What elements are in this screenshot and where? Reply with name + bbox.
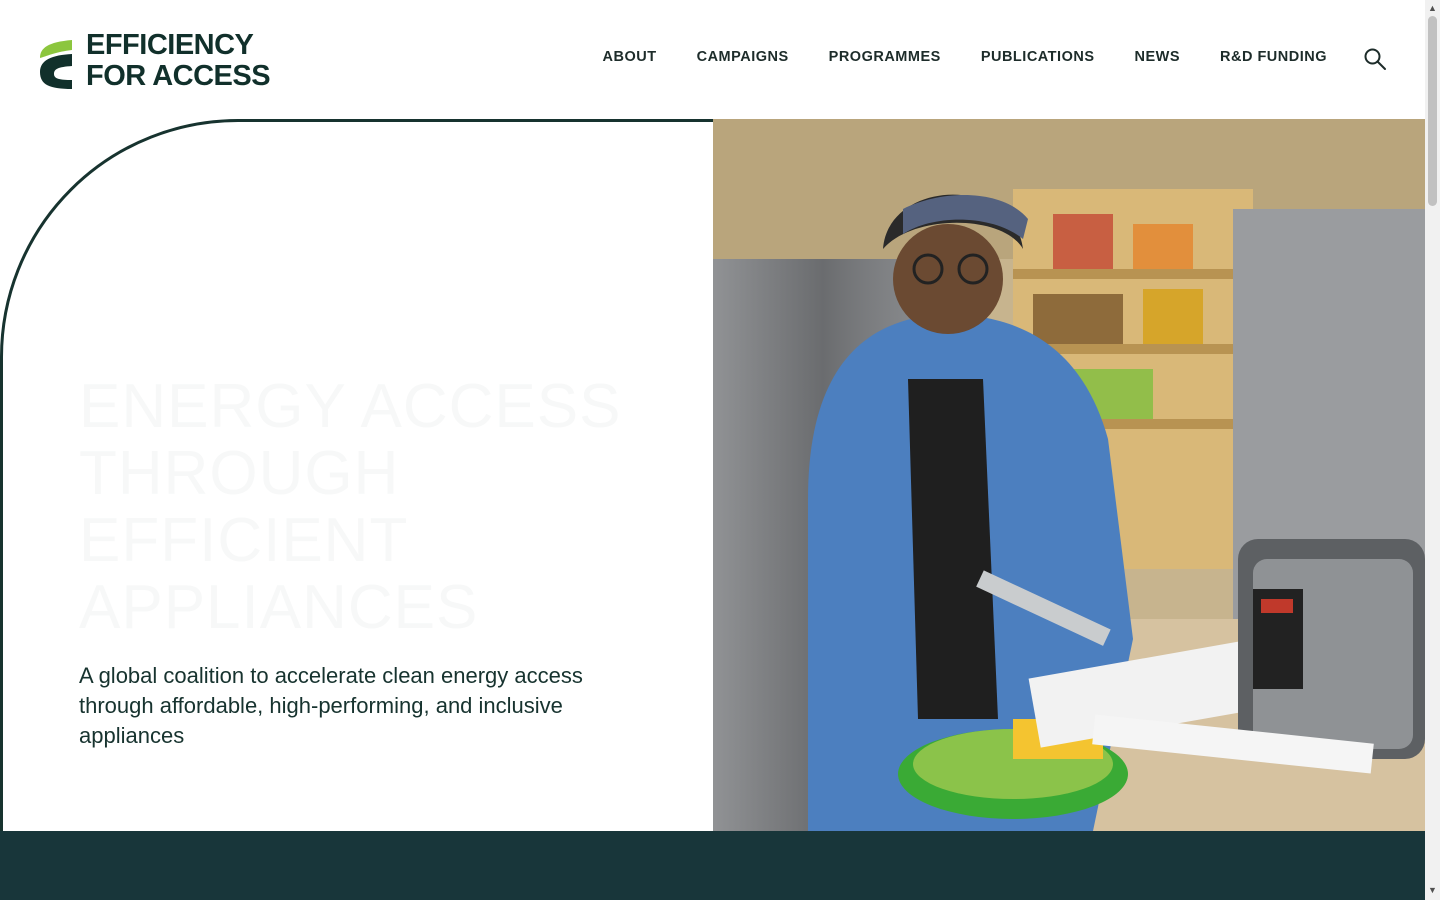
hero-photo-illustration <box>713 119 1425 831</box>
scroll-thumb[interactable] <box>1428 16 1437 206</box>
hero-photo <box>713 119 1425 831</box>
search-icon[interactable] <box>1363 47 1387 71</box>
nav-item-programmes[interactable]: PROGRAMMES <box>829 49 941 65</box>
nav-item-about[interactable]: ABOUT <box>603 49 657 65</box>
scroll-down-arrow-icon[interactable]: ▼ <box>1428 886 1437 895</box>
nav-item-news[interactable]: NEWS <box>1135 49 1181 65</box>
nav-item-publications[interactable]: PUBLICATIONS <box>981 49 1095 65</box>
hero-text-panel: ENERGY ACCESS THROUGH EFFICIENT APPLIANC… <box>0 119 713 831</box>
scroll-up-arrow-icon[interactable]: ▲ <box>1428 4 1437 13</box>
nav-item-rd-funding[interactable]: R&D FUNDING <box>1220 49 1327 65</box>
logo-line-2: FOR ACCESS <box>86 60 271 92</box>
site-header: EFFICIENCY FOR ACCESS ABOUT CAMPAIGNS PR… <box>0 0 1425 119</box>
logo-wordmark: EFFICIENCY FOR ACCESS <box>86 31 271 96</box>
section-band <box>0 831 1425 900</box>
hero-title: ENERGY ACCESS THROUGH EFFICIENT APPLIANC… <box>79 372 622 642</box>
hero-subtitle: A global coalition to accelerate clean e… <box>79 663 583 748</box>
main-nav: ABOUT CAMPAIGNS PROGRAMMES PUBLICATIONS … <box>563 49 1327 65</box>
page-scrollbar[interactable]: ▲ ▼ <box>1425 0 1440 900</box>
nav-item-campaigns[interactable]: CAMPAIGNS <box>697 49 789 65</box>
site-logo[interactable]: EFFICIENCY FOR ACCESS <box>38 31 271 96</box>
logo-mark-icon <box>40 40 72 89</box>
